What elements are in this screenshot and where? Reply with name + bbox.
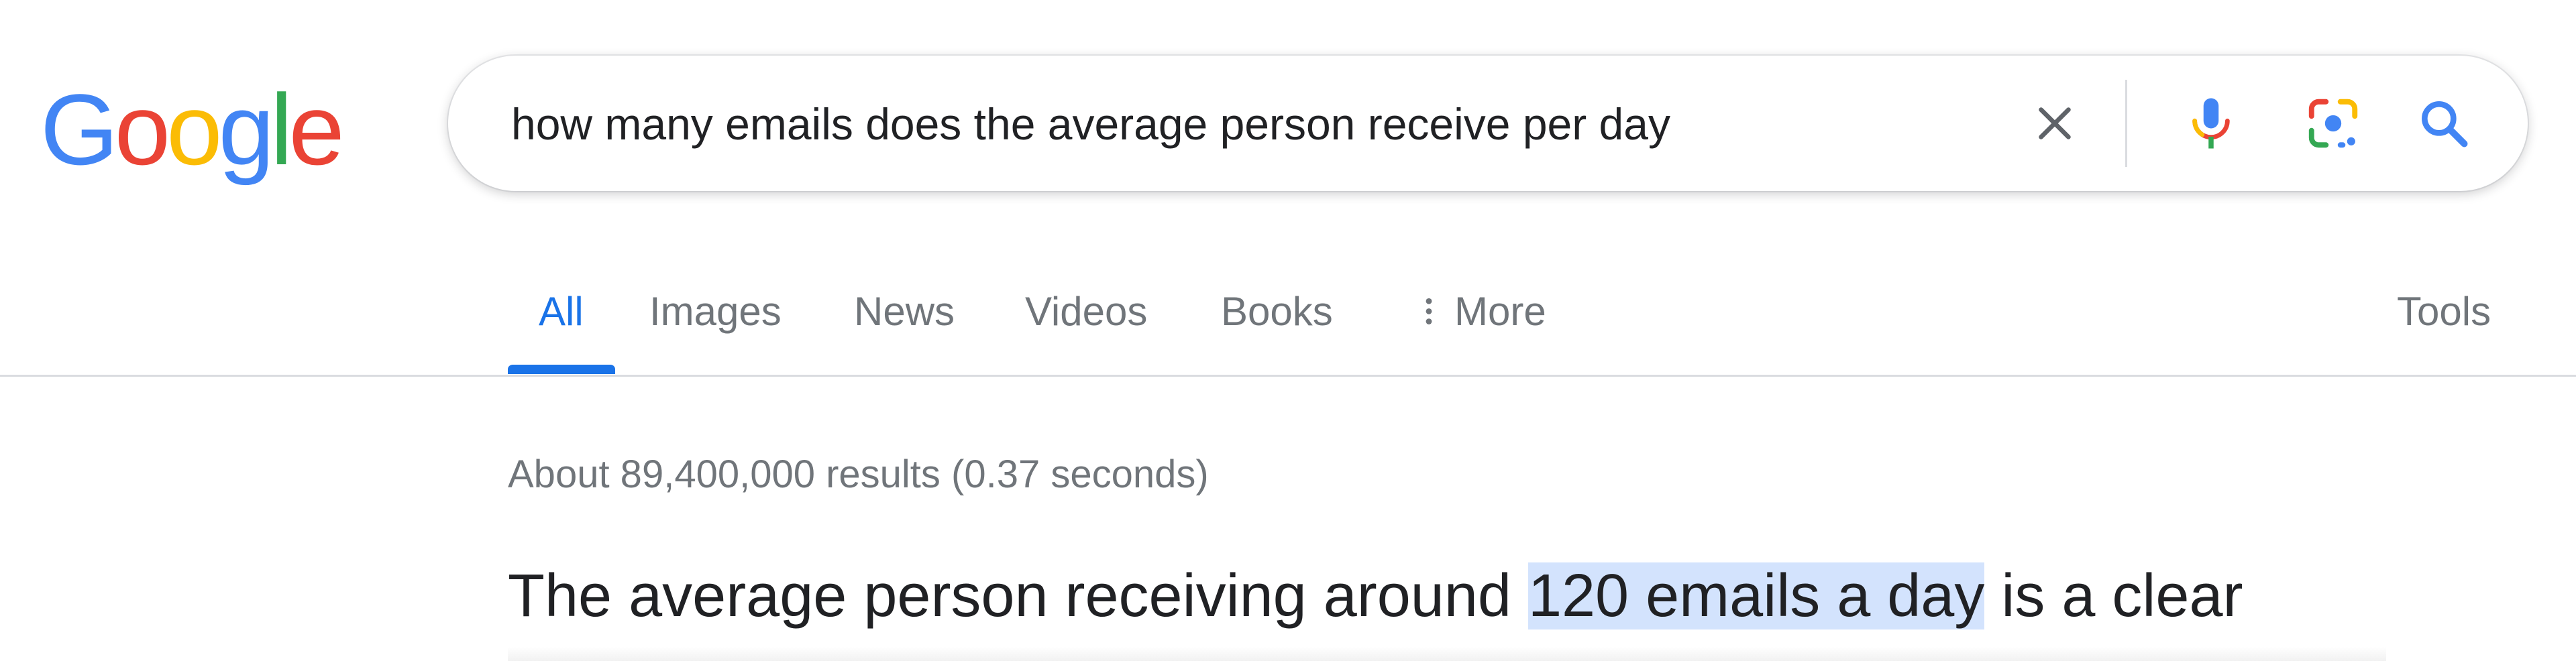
logo-letter: l [270, 73, 292, 186]
snippet-text: The average person receiving around [508, 562, 1528, 629]
snippet-text: is a clear [1984, 562, 2243, 629]
lens-icon [2308, 99, 2358, 148]
search-box[interactable]: how many emails does the average person … [448, 56, 2528, 191]
tab-all[interactable]: All [539, 288, 584, 335]
clear-button[interactable] [2021, 90, 2088, 157]
result-stats: About 89,400,000 results (0.37 seconds) [508, 453, 1209, 496]
tab-news[interactable]: News [854, 288, 955, 335]
tab-images[interactable]: Images [649, 288, 782, 335]
more-vert-icon [1426, 298, 1432, 324]
logo-letter: o [166, 73, 222, 186]
search-divider [2125, 80, 2127, 167]
search-icon [2422, 101, 2468, 147]
logo-letter: o [114, 73, 170, 186]
cut-off-text-line [508, 647, 2386, 661]
tools-button[interactable]: Tools [2397, 288, 2491, 335]
search-button[interactable] [2407, 86, 2481, 160]
featured-snippet: The average person receiving around 120 … [508, 562, 2243, 632]
search-tabs: All Images News Videos Books More Tools [0, 268, 2576, 377]
tab-more-label: More [1454, 289, 1546, 334]
tab-books[interactable]: Books [1221, 288, 1333, 335]
search-input[interactable]: how many emails does the average person … [511, 99, 1670, 149]
clear-icon [2039, 107, 2071, 139]
google-logo[interactable]: Google [40, 73, 345, 186]
logo-letter: e [288, 73, 344, 186]
logo-letter: G [40, 73, 119, 186]
tab-videos[interactable]: Videos [1025, 288, 1147, 335]
microphone-icon [2192, 98, 2230, 149]
logo-letter: g [218, 73, 274, 186]
lens-search-button[interactable] [2296, 86, 2370, 160]
active-tab-indicator [508, 365, 615, 374]
tab-more[interactable]: More [1415, 288, 1546, 335]
voice-search-button[interactable] [2174, 86, 2248, 160]
snippet-highlight: 120 emails a day [1527, 562, 1985, 629]
